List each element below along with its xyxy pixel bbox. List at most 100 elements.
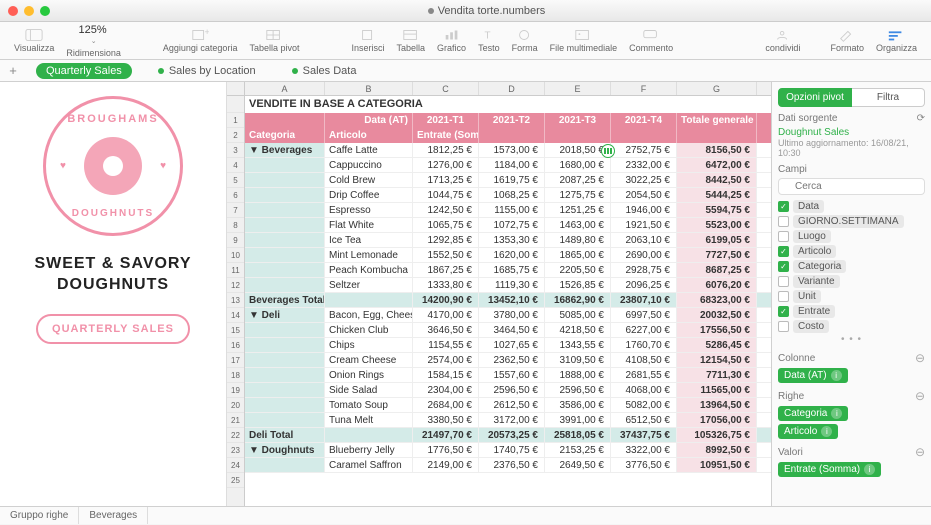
row-header[interactable]: 23	[227, 443, 244, 458]
column-pill-data[interactable]: Data (AT)i	[778, 368, 848, 383]
col-header[interactable]: A	[245, 82, 325, 95]
table-row[interactable]: Caramel Saffron2149,00 €2376,50 €2649,50…	[245, 458, 771, 473]
row-header[interactable]: 24	[227, 458, 244, 473]
table-row[interactable]: Cold Brew1713,25 €1619,75 €2087,25 €3022…	[245, 173, 771, 188]
tab-sales-by-location[interactable]: Sales by Location	[148, 63, 266, 79]
table-row[interactable]: ▼ DoughnutsBlueberry Jelly1776,50 €1740,…	[245, 443, 771, 458]
field-item[interactable]: Luogo	[778, 229, 925, 244]
col-header[interactable]: F	[611, 82, 677, 95]
insert-button[interactable]: Inserisci	[346, 28, 391, 53]
row-header[interactable]: 12	[227, 278, 244, 293]
table-row[interactable]: Drip Coffee1044,75 €1068,25 €1275,75 €20…	[245, 188, 771, 203]
remove-icon[interactable]: ⊖	[915, 389, 925, 403]
col-header[interactable]: G	[677, 82, 757, 95]
table-row[interactable]: Chips1154,55 €1027,65 €1343,55 €1760,70 …	[245, 338, 771, 353]
row-header[interactable]: 7	[227, 203, 244, 218]
tab-sales-data[interactable]: Sales Data	[282, 63, 367, 79]
info-icon[interactable]: i	[821, 426, 832, 437]
row-header[interactable]: 2	[227, 128, 244, 143]
shape-button[interactable]: Forma	[506, 28, 544, 53]
pivot-table-button[interactable]: Tabella pivot	[243, 28, 305, 53]
col-header[interactable]: C	[413, 82, 479, 95]
pivot-handle-icon[interactable]	[601, 144, 615, 158]
close-window[interactable]	[8, 6, 18, 16]
checkbox[interactable]: ✓	[778, 261, 789, 272]
table-row[interactable]: Espresso1242,50 €1155,00 €1251,25 €1946,…	[245, 203, 771, 218]
row-header[interactable]: 5	[227, 173, 244, 188]
table-row[interactable]: Seltzer1333,80 €1119,30 €1526,85 €2096,2…	[245, 278, 771, 293]
share-button[interactable]: condividi	[759, 28, 806, 53]
row-header[interactable]: 18	[227, 368, 244, 383]
row-header[interactable]: 17	[227, 353, 244, 368]
table-row[interactable]: Peach Kombucha1867,25 €1685,75 €2205,50 …	[245, 263, 771, 278]
zoom-button[interactable]: 125%⌄Ridimensiona	[60, 24, 127, 58]
add-sheet-button[interactable]: +	[6, 63, 20, 78]
field-pill[interactable]: Costo	[793, 320, 829, 333]
checkbox[interactable]	[778, 291, 789, 302]
row-header[interactable]: 3	[227, 143, 244, 158]
row-header[interactable]: 25	[227, 473, 244, 488]
field-item[interactable]: ✓ Categoria	[778, 259, 925, 274]
row-header[interactable]: 8	[227, 218, 244, 233]
table-row[interactable]: Side Salad2304,00 €2596,50 €2596,50 €406…	[245, 383, 771, 398]
row-header[interactable]: 22	[227, 428, 244, 443]
row-header[interactable]: 4	[227, 158, 244, 173]
table-row[interactable]: Tomato Soup2684,00 €2612,50 €3586,00 €50…	[245, 398, 771, 413]
row-header[interactable]: 20	[227, 398, 244, 413]
field-item[interactable]: Unit	[778, 289, 925, 304]
table-row[interactable]: Cappuccino1276,00 €1184,00 €1680,00 €233…	[245, 158, 771, 173]
col-header[interactable]: B	[325, 82, 413, 95]
field-item[interactable]: Costo	[778, 319, 925, 334]
organize-button[interactable]: Organizza	[870, 28, 923, 53]
tab-quarterly-sales[interactable]: Quarterly Sales	[36, 63, 132, 79]
field-pill[interactable]: Variante	[793, 275, 840, 288]
row-header[interactable]: 21	[227, 413, 244, 428]
row-header[interactable]: 19	[227, 383, 244, 398]
filter-tab[interactable]: Filtra	[852, 88, 925, 107]
row-header[interactable]: 1	[227, 113, 244, 128]
field-pill[interactable]: Categoria	[793, 260, 846, 273]
table-button[interactable]: Tabella	[391, 28, 432, 53]
table-row[interactable]: Onion Rings1584,15 €1557,60 €1888,00 €26…	[245, 368, 771, 383]
remove-icon[interactable]: ⊖	[915, 351, 925, 365]
row-header[interactable]: 6	[227, 188, 244, 203]
table-row[interactable]: Tuna Melt3380,50 €3172,00 €3991,00 €6512…	[245, 413, 771, 428]
footer-beverages[interactable]: Beverages	[79, 507, 148, 524]
field-pill[interactable]: Data	[793, 200, 824, 213]
table-row[interactable]: Cream Cheese2574,00 €2362,50 €3109,50 €4…	[245, 353, 771, 368]
table-row[interactable]: Mint Lemonade1552,50 €1620,00 €1865,00 €…	[245, 248, 771, 263]
more-fields[interactable]: • • •	[778, 334, 925, 345]
fields-search-input[interactable]	[778, 178, 925, 195]
value-pill-entrate[interactable]: Entrate (Somma)i	[778, 462, 881, 477]
footer-group-rows[interactable]: Gruppo righe	[0, 507, 79, 524]
field-item[interactable]: ✓Articolo	[778, 244, 925, 259]
view-button[interactable]: Visualizza	[8, 28, 60, 53]
zoom-window[interactable]	[40, 6, 50, 16]
table-row[interactable]: ▼ DeliBacon, Egg, Cheese4170,00 €3780,00…	[245, 308, 771, 323]
source-data-name[interactable]: Doughnut Sales	[778, 127, 925, 138]
row-header[interactable]: 16	[227, 338, 244, 353]
field-item[interactable]: ✓Entrate	[778, 304, 925, 319]
row-pill-articolo[interactable]: Articoloi	[778, 424, 838, 439]
refresh-icon[interactable]: ⟳	[917, 113, 925, 124]
checkbox[interactable]: ✓	[778, 201, 789, 212]
remove-icon[interactable]: ⊖	[915, 445, 925, 459]
checkbox[interactable]	[778, 231, 789, 242]
minimize-window[interactable]	[24, 6, 34, 16]
table-row[interactable]: Chicken Club3646,50 €3464,50 €4218,50 €6…	[245, 323, 771, 338]
info-icon[interactable]: i	[831, 370, 842, 381]
checkbox[interactable]: ✓	[778, 246, 789, 257]
col-header[interactable]: D	[479, 82, 545, 95]
add-category-button[interactable]: +Aggiungi categoria	[157, 28, 244, 53]
table-row[interactable]: ▼ BeveragesCaffe Latte1812,25 €1573,00 €…	[245, 143, 771, 158]
spreadsheet[interactable]: ABCDEFG 12345678910111213141516171819202…	[226, 82, 771, 506]
checkbox[interactable]	[778, 216, 789, 227]
text-button[interactable]: TTesto	[472, 28, 506, 53]
row-header[interactable]: 14	[227, 308, 244, 323]
row-pill-categoria[interactable]: Categoriai	[778, 406, 848, 421]
row-header[interactable]: 15	[227, 323, 244, 338]
field-item[interactable]: GIORNO.SETTIMANA	[778, 214, 925, 229]
checkbox[interactable]	[778, 276, 789, 287]
pivot-options-tab[interactable]: Opzioni pivot	[778, 88, 852, 107]
table-row[interactable]: Flat White1065,75 €1072,75 €1463,00 €192…	[245, 218, 771, 233]
